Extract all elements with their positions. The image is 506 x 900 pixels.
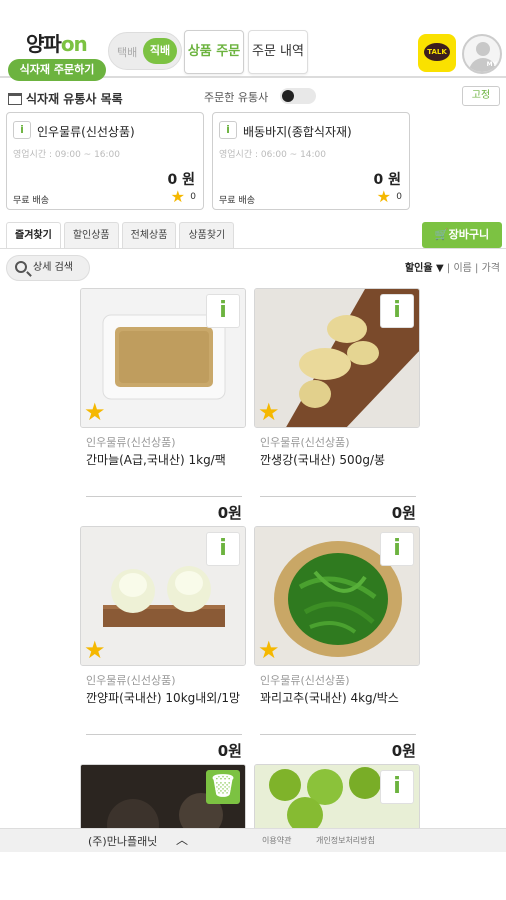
distributor-name: 배동바지(종합식자재) <box>243 125 352 139</box>
distributor-card[interactable]: i 배동바지(종합식자재) 영업시간 : 06:00 ~ 14:00 0 원 무… <box>212 112 410 210</box>
info-icon[interactable]: i <box>206 294 240 328</box>
distributor-list-title: 식자재 유통사 목록 <box>8 90 123 107</box>
product-price: 0원 <box>391 504 416 522</box>
sort-name[interactable]: 이름 <box>453 263 471 274</box>
my-page-button[interactable]: MY <box>462 34 502 74</box>
logo[interactable]: 양파on 식자재 주문하기 <box>8 28 106 81</box>
tab-product-order[interactable]: 상품 주문 <box>184 30 244 74</box>
logo-on-text: on <box>60 32 88 56</box>
my-label: MY <box>486 61 497 68</box>
cart-icon: 🛒 <box>434 228 449 241</box>
free-delivery-label: 무료 배송 <box>219 196 255 206</box>
tab-order-history[interactable]: 주문 내역 <box>248 30 308 74</box>
fix-button[interactable]: 고정 <box>462 86 500 106</box>
chevron-up-icon[interactable]: ︿ <box>176 831 188 848</box>
star-icon: ★ <box>376 187 391 206</box>
detail-search-button[interactable]: 상세 검색 <box>6 255 90 281</box>
ordered-distributor-label: 주문한 유통사 <box>204 91 269 104</box>
product-price: 0원 <box>217 742 242 760</box>
terms-link[interactable]: 이용약관 <box>262 835 291 846</box>
kakao-talk-button[interactable]: TALK <box>418 34 456 72</box>
company-name[interactable]: (주)만나플래닛 <box>88 833 157 849</box>
toggle-direct-label[interactable]: 직배 <box>143 38 177 64</box>
product-seller: 인우물류(신선상품) <box>86 436 176 449</box>
sort-price[interactable]: 가격 <box>482 263 500 274</box>
ordered-distributor-switch[interactable] <box>280 88 316 104</box>
toggle-parcel-label[interactable]: 택배 <box>117 44 137 60</box>
product-seller: 인우물류(신선상품) <box>260 436 350 449</box>
logo-main-text: 양파 <box>26 32 62 56</box>
product-title[interactable]: 깐양파(국내산) 10kg내외/1망 <box>86 689 246 707</box>
info-icon[interactable]: i <box>380 294 414 328</box>
tab-discount[interactable]: 할인상품 <box>63 222 119 248</box>
tabs-divider <box>0 248 506 249</box>
info-icon[interactable]: i <box>219 121 237 139</box>
star-count: 0 <box>396 192 402 202</box>
info-icon[interactable]: i <box>13 121 31 139</box>
product-seller: 인우물류(신선상품) <box>86 674 176 687</box>
business-hours: 영업시간 : 06:00 ~ 14:00 <box>219 150 327 160</box>
order-ingredients-button[interactable]: 식자재 주문하기 <box>8 59 106 81</box>
star-icon: ★ <box>170 187 185 206</box>
product-tabs: 즐겨찾기 할인상품 전체상품 상품찾기 <box>6 222 235 248</box>
tab-all-products[interactable]: 전체상품 <box>121 222 177 248</box>
bottom-blank <box>0 852 506 900</box>
kakao-talk-icon: TALK <box>424 43 450 61</box>
product-title[interactable]: 간마늘(A급,국내산) 1kg/팩 <box>86 451 246 469</box>
distributor-total: 0 원 <box>373 172 402 188</box>
distributor-card[interactable]: i 인우물류(신선상품) 영업시간 : 09:00 ~ 16:00 0 원 무료… <box>6 112 204 210</box>
trash-icon[interactable]: 🗑 <box>206 770 240 804</box>
sort-discount[interactable]: 할인율 ▼ <box>405 263 444 274</box>
star-count: 0 <box>190 192 196 202</box>
search-icon <box>15 261 27 273</box>
business-hours: 영업시간 : 09:00 ~ 16:00 <box>13 150 121 160</box>
info-icon[interactable]: i <box>206 532 240 566</box>
user-avatar-icon <box>476 42 490 56</box>
distributor-total: 0 원 <box>167 172 196 188</box>
product-price: 0원 <box>391 742 416 760</box>
distributor-name: 인우물류(신선상품) <box>37 125 135 139</box>
info-icon[interactable]: i <box>380 532 414 566</box>
free-delivery-label: 무료 배송 <box>13 196 49 206</box>
tab-favorites[interactable]: 즐겨찾기 <box>6 222 61 248</box>
tab-find-product[interactable]: 상품찾기 <box>179 222 235 248</box>
product-title[interactable]: 꽈리고추(국내산) 4kg/박스 <box>260 689 420 707</box>
delivery-type-toggle[interactable]: 택배 직배 <box>108 32 182 70</box>
footer-bar: (주)만나플래닛 ︿ 이용약관 개인정보처리방침 <box>0 828 506 852</box>
cart-button[interactable]: 🛒장바구니 <box>422 222 502 248</box>
sort-options: 할인율 ▼ | 이름 | 가격 <box>404 263 500 274</box>
info-icon[interactable]: i <box>380 770 414 804</box>
product-price: 0원 <box>217 504 242 522</box>
store-icon <box>8 92 22 105</box>
privacy-link[interactable]: 개인정보처리방침 <box>316 835 375 846</box>
product-title[interactable]: 깐생강(국내산) 500g/봉 <box>260 451 420 469</box>
product-seller: 인우물류(신선상품) <box>260 674 350 687</box>
app-header: 양파on 식자재 주문하기 택배 직배 상품 주문 주문 내역 TALK MY <box>0 0 506 81</box>
